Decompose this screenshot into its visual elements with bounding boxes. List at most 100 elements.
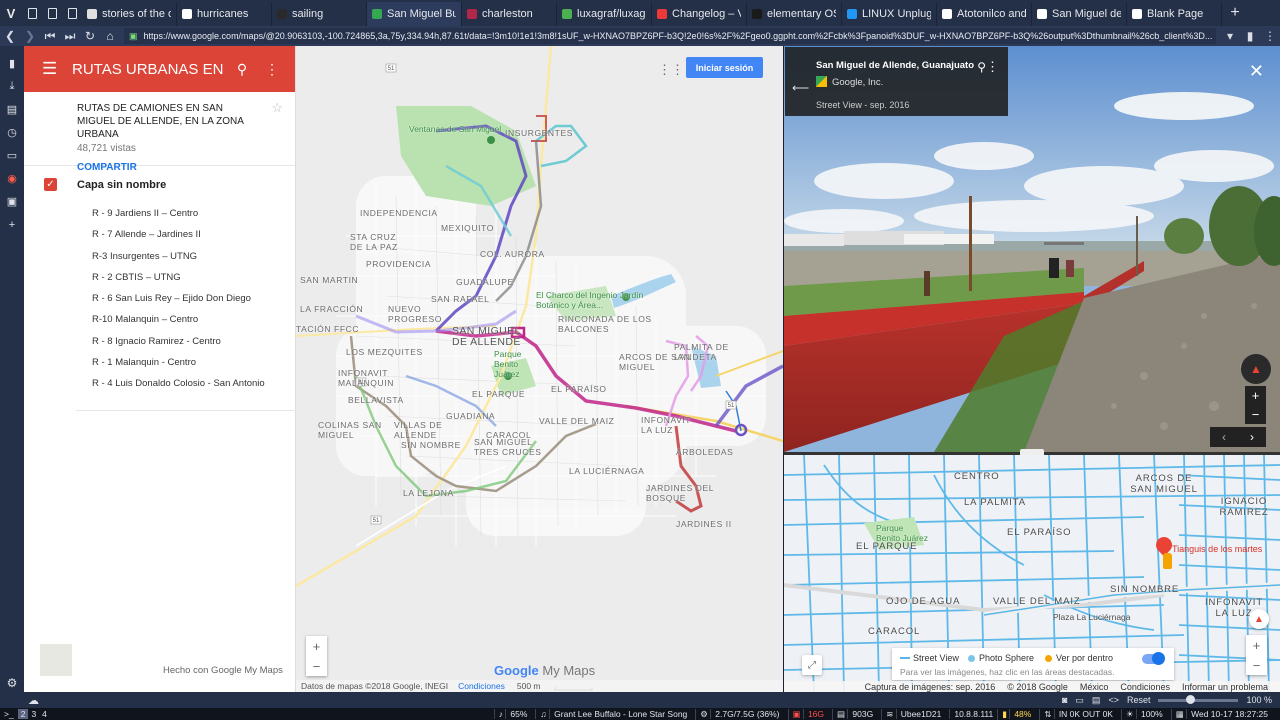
previous-arrow-icon[interactable]: ‹ [1210, 427, 1238, 447]
browser-tab[interactable]: sailing [272, 2, 367, 26]
browser-tab[interactable]: elementary OS 5 Jun [747, 2, 842, 26]
zoom-out-button[interactable]: − [306, 656, 327, 676]
web-panel-icon[interactable]: ▣ [0, 190, 24, 213]
pinned-tab-3-icon[interactable] [62, 0, 82, 26]
legend-street-view: Street View [900, 653, 959, 663]
share-link[interactable]: COMPARTIR [77, 162, 279, 173]
vivaldi-panel-icon[interactable]: ◉ [0, 167, 24, 190]
route-item[interactable]: R - 4 Luis Donaldo Colosio - San Antonio [92, 373, 295, 394]
camera-icon[interactable]: ◙ [1062, 695, 1067, 705]
browser-tab[interactable]: San Miguel Bus routes [367, 2, 462, 26]
bookmark-icon[interactable]: ▮ [1240, 26, 1260, 46]
route-item[interactable]: R - 8 Ignacio Ramirez - Centro [92, 331, 295, 352]
next-arrow-icon[interactable]: › [1238, 427, 1266, 447]
place-pin-label[interactable]: Tianguis de los martes [1172, 544, 1262, 554]
map-label: LA LUCIÉRNAGA [569, 466, 645, 476]
dropdown-icon[interactable]: ▾ [1220, 26, 1240, 46]
route-item[interactable]: R - 7 Allende – Jardines II [92, 224, 295, 245]
forward-icon[interactable]: ❯ [20, 26, 40, 46]
mini-footer-item[interactable]: Informar un problema [1182, 682, 1268, 692]
back-arrow-icon[interactable]: ⟵ [792, 81, 809, 95]
mini-footer-item: México [1079, 681, 1109, 692]
reset-zoom-link[interactable]: Reset [1127, 695, 1151, 705]
url-field[interactable]: ▣ https://www.google.com/maps/@20.9063103… [124, 28, 1216, 44]
terms-link[interactable]: Condiciones [458, 681, 505, 691]
pinned-tab-1-icon[interactable] [22, 0, 42, 26]
tab-favicon-icon [182, 9, 192, 19]
signin-button[interactable]: Iniciar sesión [686, 57, 763, 78]
history-panel-icon[interactable]: ◷ [0, 121, 24, 144]
browser-tab[interactable]: luxagraf/luxagraf.ne [557, 2, 652, 26]
view-count: 48,721 vistas [77, 143, 136, 154]
route-item[interactable]: R-3 Insurgentes – UTNG [92, 246, 295, 267]
expand-icon[interactable]: ⤢ [802, 655, 822, 675]
browser-tab[interactable]: stories of the outer b [82, 2, 177, 26]
mini-map[interactable]: CENTRO ARCOS DE SAN MIGUEL LA PALMITA IG… [784, 455, 1280, 692]
mini-map-label: CENTRO [954, 471, 1000, 482]
mini-compass-icon[interactable]: ▲ [1249, 609, 1269, 629]
compass-icon[interactable]: ▲ [1241, 354, 1271, 384]
pinned-tab-2-icon[interactable] [42, 0, 62, 26]
zoom-in-button[interactable]: + [1245, 386, 1266, 405]
rewind-icon[interactable]: ⏮ [40, 26, 60, 46]
main-map[interactable]: 51 51 51 51 Ventanas de San Miguel INSUR… [296, 46, 783, 692]
mini-footer-item[interactable]: Condiciones [1120, 682, 1170, 692]
back-icon[interactable]: ❮ [0, 26, 20, 46]
zoom-in-button[interactable]: + [306, 636, 327, 656]
zoom-slider[interactable] [1158, 694, 1239, 704]
bookmarks-panel-icon[interactable]: ▮ [0, 52, 24, 75]
browser-tab[interactable]: Atotonilco and Grut [937, 2, 1032, 26]
google-logo: Google [494, 663, 539, 678]
vivaldi-logo-icon[interactable]: V [0, 0, 22, 26]
map-label: INSURGENTES [505, 128, 573, 138]
browser-tab[interactable]: Blank Page [1127, 2, 1222, 26]
zoom-out-button[interactable]: − [1246, 655, 1267, 675]
map-title: RUTAS DE CAMIONES EN SAN MIGUEL DE ALLEN… [77, 103, 244, 140]
browser-tab[interactable]: charleston [462, 2, 557, 26]
zoom-out-button[interactable]: − [1245, 405, 1266, 424]
workspace-item[interactable]: 4 [39, 709, 50, 719]
images-icon[interactable]: ▤ [1092, 695, 1101, 706]
browser-tab[interactable]: hurricanes [177, 2, 272, 26]
star-icon[interactable]: ☆ [271, 100, 283, 116]
sync-cloud-icon[interactable]: ☁ [28, 694, 39, 707]
street-view-toggle[interactable] [1142, 652, 1165, 665]
workspace-item[interactable]: 2 [17, 709, 29, 719]
close-icon[interactable]: ✕ [1249, 61, 1264, 82]
code-icon[interactable]: <> [1108, 695, 1119, 705]
reload-icon[interactable]: ↻ [80, 26, 100, 46]
browser-tab[interactable]: Changelog – Vivaldi [652, 2, 747, 26]
more-options-icon[interactable]: ⋮ [257, 61, 287, 78]
home-icon[interactable]: ⌂ [100, 26, 120, 46]
settings-gear-icon[interactable]: ⚙ [0, 676, 24, 690]
tab-favicon-icon [657, 9, 667, 19]
street-view[interactable]: ⟵ San Miguel de Allende, Guanajuato Goog… [784, 46, 1280, 452]
route-item[interactable]: R - 1 Malanquin - Centro [92, 352, 295, 373]
map-label: NUEVO PROGRESO [388, 304, 442, 324]
map-pin-icon[interactable]: ⚲ [977, 60, 986, 74]
layer-checkbox[interactable]: ✓ [44, 178, 57, 191]
workspace-item[interactable]: 3 [28, 709, 39, 719]
notes-panel-icon[interactable]: ▤ [0, 98, 24, 121]
made-with-footer[interactable]: Hecho con Google My Maps [163, 665, 283, 676]
new-tab-button[interactable]: + [1222, 0, 1248, 26]
route-item[interactable]: R - 9 Jardiens II – Centro [92, 203, 295, 224]
browser-tab[interactable]: San Miguel de Allen [1032, 2, 1127, 26]
layer-name: Capa sin nombre [77, 178, 167, 191]
music-title: Grant Lee Buffalo - Lone Star Song [549, 709, 692, 719]
menu-icon[interactable]: ⋮ [1260, 26, 1280, 46]
window-panel-icon[interactable]: ▭ [0, 144, 24, 167]
add-panel-icon[interactable]: + [0, 213, 24, 236]
tiling-icon[interactable]: ▭ [1075, 695, 1084, 706]
downloads-panel-icon[interactable]: ⤓ [0, 75, 24, 98]
route-item[interactable]: R-10 Malanquin – Centro [92, 309, 295, 330]
search-icon[interactable]: ⚲ [227, 61, 257, 78]
fast-forward-icon[interactable]: ⏭ [60, 26, 80, 46]
hamburger-menu-icon[interactable]: ☰ [42, 59, 72, 79]
more-options-icon[interactable]: ⋮ [986, 59, 999, 75]
zoom-in-button[interactable]: + [1246, 635, 1267, 655]
pegman-icon[interactable] [1163, 553, 1172, 569]
route-item[interactable]: R - 2 CBTIS – UTNG [92, 267, 295, 288]
browser-tab[interactable]: LINUX Unplugged E [842, 2, 937, 26]
route-item[interactable]: R - 6 San Luis Rey – Ejido Don Diego [92, 288, 295, 309]
